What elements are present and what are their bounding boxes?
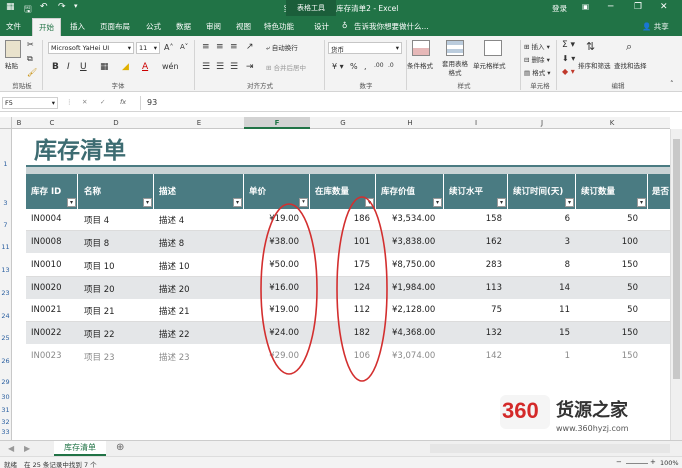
zoom-in-icon[interactable]: + [650,458,656,466]
zoom-slider[interactable] [626,463,648,464]
vertical-scrollbar[interactable] [670,129,682,440]
scrollbar-thumb[interactable] [673,139,680,379]
sheet-tab-bar: ◀ ▶ 库存清单 ⊕ [0,440,682,456]
qty-column-circle [336,196,388,382]
watermark-logo: 360 [500,395,550,429]
watermark-url: www.360hyzj.com [556,424,629,433]
zoom-out-icon[interactable]: − [616,458,622,466]
add-sheet-icon[interactable]: ⊕ [116,442,124,453]
watermark-logo-number: 360 [502,398,539,423]
sheet-scroll-left-icon[interactable]: ◀ [8,444,14,453]
status-ready: 就绪 [4,461,17,468]
status-bar: 就绪 在 25 条记录中找到 7 个 − + 100% [0,456,682,468]
price-column-circle [260,203,318,375]
sheet-tab-inventory[interactable]: 库存清单 [54,441,106,456]
horizontal-scrollbar[interactable] [430,444,670,453]
status-filter-count: 在 25 条记录中找到 7 个 [24,461,97,468]
watermark-text: 货源之家 [556,400,628,421]
zoom-level[interactable]: 100% [660,459,679,467]
sheet-scroll-right-icon[interactable]: ▶ [24,444,30,453]
